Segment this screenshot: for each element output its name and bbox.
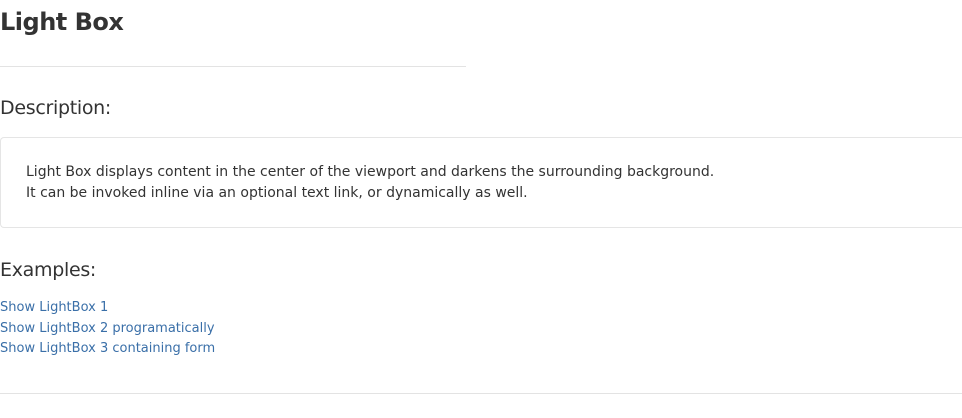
description-line-2: It can be invoked inline via an optional… [26, 185, 528, 201]
bottom-divider [0, 393, 962, 394]
description-heading: Description: [0, 97, 112, 119]
title-divider [0, 66, 466, 67]
examples-link-list: Show LightBox 1 Show LightBox 2 programa… [0, 298, 215, 360]
show-lightbox-2-link[interactable]: Show LightBox 2 programatically [0, 319, 215, 340]
examples-heading: Examples: [0, 259, 97, 281]
show-lightbox-1-link[interactable]: Show LightBox 1 [0, 298, 215, 319]
show-lightbox-3-link[interactable]: Show LightBox 3 containing form [0, 339, 215, 360]
page-title: Light Box [0, 8, 124, 36]
description-line-1: Light Box displays content in the center… [26, 164, 715, 180]
description-box: Light Box displays content in the center… [0, 137, 962, 228]
page: Light Box Description: Light Box display… [0, 0, 962, 418]
